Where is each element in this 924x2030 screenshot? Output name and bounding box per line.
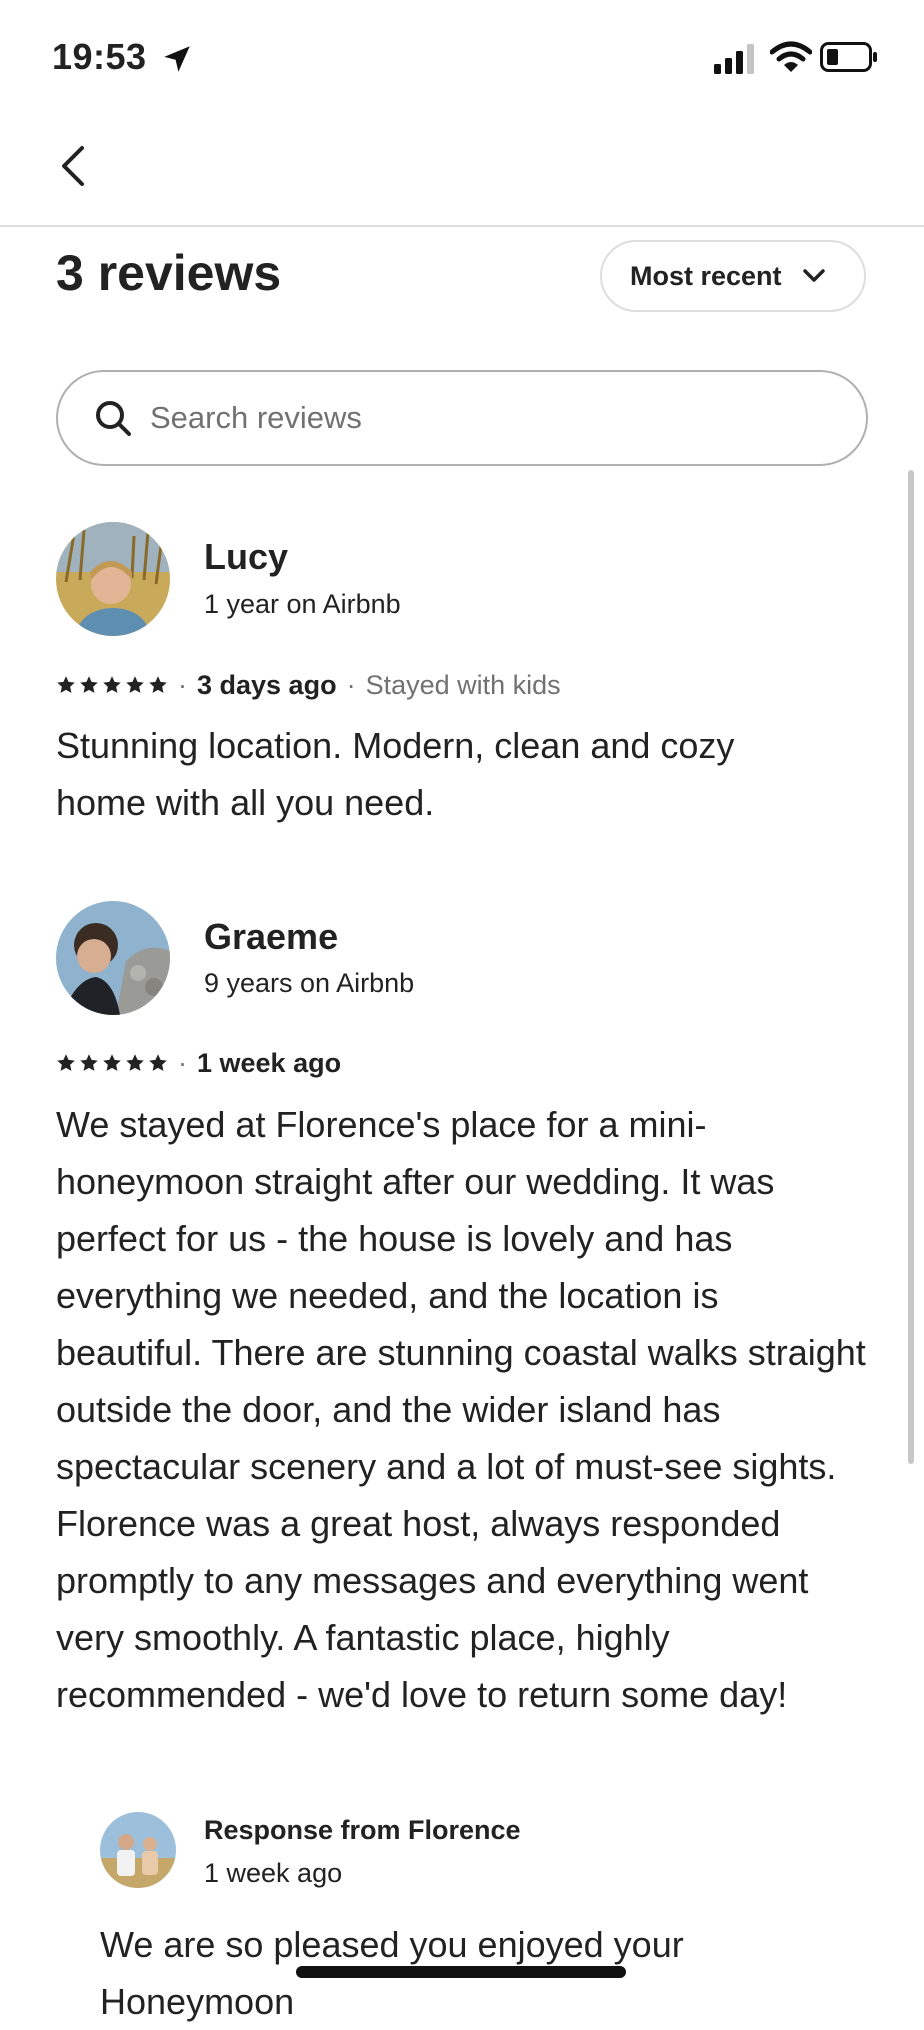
star-icon <box>57 1054 75 1071</box>
response-date: 1 week ago <box>204 1858 343 1888</box>
star-icon <box>80 676 98 693</box>
star-icon <box>103 676 121 693</box>
review-meta: · 1 week ago <box>56 1046 341 1080</box>
wifi-icon <box>770 41 812 72</box>
search-placeholder: Search reviews <box>150 400 362 435</box>
star-icon <box>80 1054 98 1071</box>
header-divider <box>0 225 924 227</box>
scrollbar[interactable] <box>908 470 914 1464</box>
separator-dot: · <box>346 669 356 700</box>
avatar-lucy[interactable] <box>56 522 170 636</box>
star-icon <box>126 676 144 693</box>
avatar-graeme[interactable] <box>56 901 170 1015</box>
rating-stars <box>56 1053 168 1073</box>
star-icon <box>149 676 167 693</box>
reviewer-tenure: 1 year on Airbnb <box>204 589 401 619</box>
chevron-left-icon[interactable] <box>56 144 92 188</box>
review-date: 1 week ago <box>197 1047 342 1078</box>
home-indicator[interactable] <box>296 1966 626 1978</box>
star-icon <box>103 1054 121 1071</box>
star-icon <box>149 1054 167 1071</box>
separator-dot: · <box>178 669 187 700</box>
sort-dropdown[interactable]: Most recent <box>600 240 866 312</box>
trip-type: Stayed with kids <box>365 669 561 700</box>
chevron-down-icon <box>802 269 825 282</box>
reviewer-name: Graeme <box>204 916 339 957</box>
search-input[interactable]: Search reviews <box>56 370 868 466</box>
avatar-florence[interactable] <box>100 1812 176 1888</box>
separator-dot: · <box>178 1047 187 1078</box>
star-icon <box>57 676 75 693</box>
star-icon <box>126 1054 144 1071</box>
location-arrow-icon <box>164 46 190 72</box>
review-date: 3 days ago <box>197 669 337 700</box>
signal-icon <box>714 44 754 74</box>
rating-stars <box>56 675 168 695</box>
page-title: 3 reviews <box>56 245 282 301</box>
reviewer-tenure: 9 years on Airbnb <box>204 968 415 998</box>
review-meta: · 3 days ago · Stayed with kids <box>56 668 561 702</box>
search-icon <box>96 401 131 436</box>
review-text: Stunning location. Modern, clean and coz… <box>56 725 735 823</box>
sort-label: Most recent <box>630 260 782 291</box>
battery-icon <box>820 42 877 72</box>
response-title: Response from Florence <box>204 1815 521 1845</box>
reviewer-name: Lucy <box>204 536 289 577</box>
review-text: We stayed at Florence's place for a mini… <box>56 1104 866 1715</box>
status-time: 19:53 <box>52 36 147 77</box>
